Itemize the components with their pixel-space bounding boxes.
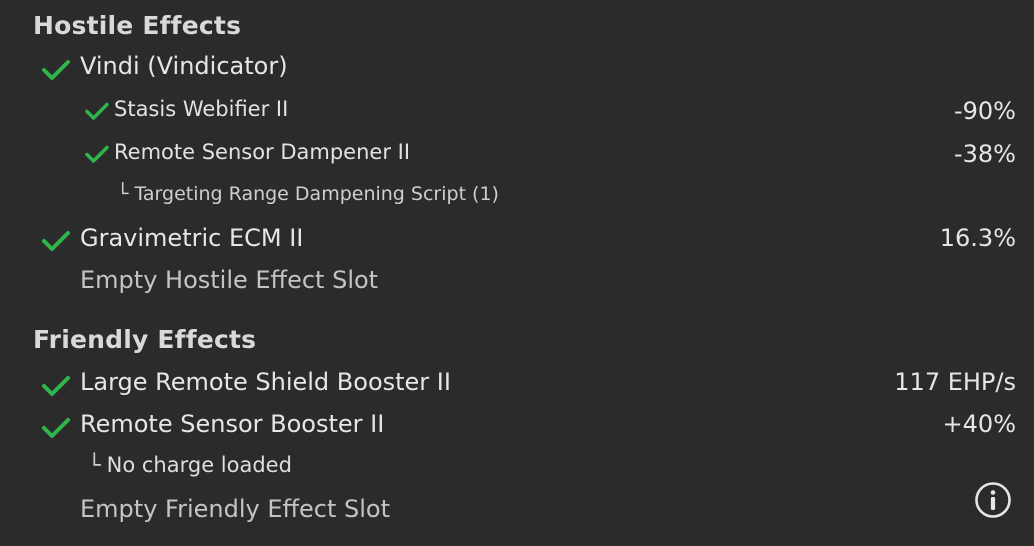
charge-row[interactable]: └ Targeting Range Dampening Script (1) [117,183,499,205]
hostile-ecm-name[interactable]: Gravimetric ECM II [80,224,303,252]
checkmark-icon[interactable] [42,375,70,397]
friendly-module-value: 117 EHP/s [894,368,1016,396]
tree-branch-icon: └ [88,453,101,477]
hostile-module-value: -90% [953,97,1016,125]
hostile-source-name[interactable]: Vindi (Vindicator) [80,52,288,80]
hostile-module-value: -38% [953,140,1016,168]
checkmark-icon[interactable] [42,59,70,81]
charge-row[interactable]: └ No charge loaded [88,453,292,477]
charge-name: Targeting Range Dampening Script (1) [134,183,499,205]
checkmark-icon[interactable] [85,102,109,121]
hostile-module-name[interactable]: Remote Sensor Dampener II [114,140,410,164]
empty-hostile-slot[interactable]: Empty Hostile Effect Slot [80,266,378,294]
charge-name: No charge loaded [106,453,292,477]
friendly-module-name[interactable]: Large Remote Shield Booster II [80,368,451,396]
tree-branch-icon: └ [117,183,129,205]
checkmark-icon[interactable] [85,145,109,164]
hostile-ecm-value: 16.3% [939,224,1016,252]
empty-friendly-slot[interactable]: Empty Friendly Effect Slot [80,495,390,523]
hostile-module-name[interactable]: Stasis Webifier II [114,97,288,121]
hostile-effects-title: Hostile Effects [33,11,242,40]
checkmark-icon[interactable] [42,230,70,252]
friendly-effects-title: Friendly Effects [33,325,257,354]
info-icon[interactable] [974,481,1012,519]
checkmark-icon[interactable] [42,417,70,439]
friendly-module-value: +40% [942,410,1016,438]
friendly-module-name[interactable]: Remote Sensor Booster II [80,410,384,438]
